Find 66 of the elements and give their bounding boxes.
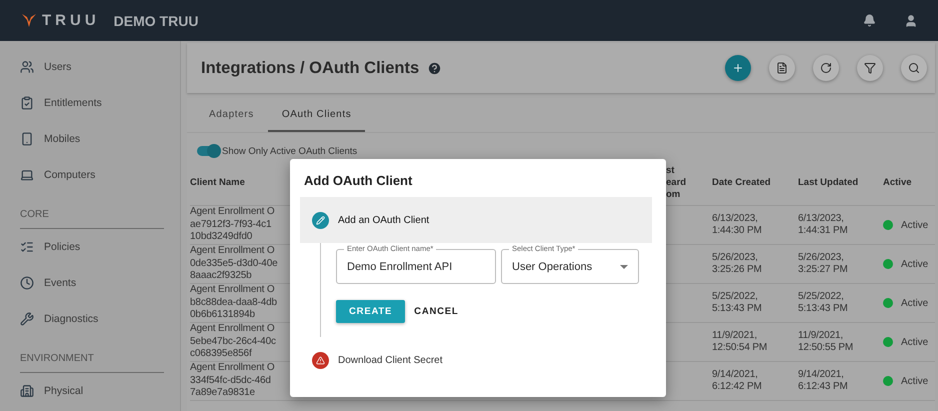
table-cell: 5/26/2023, 3:25:26 PM	[712, 245, 798, 284]
table-cell: 5/25/2022, 5:13:43 PM	[712, 284, 798, 323]
add-button[interactable]	[725, 55, 751, 81]
refresh-icon	[820, 62, 832, 74]
status-text: Active	[901, 258, 928, 270]
sidebar-item[interactable]: Events	[44, 277, 76, 289]
table-cell: 11/9/2021, 12:50:55 PM	[798, 323, 883, 362]
table-cell: 9/14/2021, 6:12:42 PM	[712, 362, 798, 401]
dialog-title: Add OAuth Client	[303, 172, 414, 190]
list-check-icon	[20, 240, 34, 254]
table-cell: 9/14/2021, 6:12:43 PM	[798, 362, 883, 401]
search-button[interactable]	[901, 55, 927, 81]
toggle-switch[interactable]	[197, 146, 219, 156]
step-label: Add an OAuth Client	[338, 214, 430, 226]
bell-icon[interactable]	[863, 14, 876, 27]
section-heading: CORE	[20, 193, 164, 229]
create-button[interactable]: CREATE	[336, 300, 406, 323]
laptop-icon	[20, 168, 34, 182]
sidebar-item[interactable]: Physical	[44, 385, 84, 397]
filter-button[interactable]	[857, 55, 883, 81]
caret-icon	[620, 264, 628, 268]
warning-icon	[312, 352, 329, 368]
refresh-button[interactable]	[813, 55, 839, 81]
sidebar-item[interactable]: Diagnostics	[44, 313, 98, 325]
logo-icon	[22, 14, 36, 27]
column-header: Date Created	[712, 161, 798, 206]
tab[interactable]: OAuth Clients	[268, 98, 366, 132]
step-label: Download Client Secret	[338, 354, 442, 366]
sidebar-item[interactable]: Policies	[44, 241, 80, 253]
clock-icon	[20, 276, 34, 290]
table-cell: 6/13/2023, 1:44:31 PM	[798, 206, 883, 245]
status-text: Active	[901, 376, 928, 386]
user-icon[interactable]	[904, 14, 918, 28]
building-icon	[20, 384, 34, 398]
add-icon	[732, 62, 744, 74]
users-icon	[20, 60, 34, 74]
column-header: Active	[883, 161, 935, 206]
cancel-button[interactable]: CANCEL	[411, 300, 462, 323]
phone-icon	[20, 132, 34, 146]
document-icon	[776, 62, 788, 74]
table-cell: 6/13/2023, 1:44:30 PM	[712, 206, 798, 245]
section-heading: ENVIRONMENT	[20, 337, 164, 373]
table-cell: 11/9/2021, 12:50:54 PM	[712, 323, 798, 362]
logo-text: TRUU	[42, 12, 100, 29]
wrench-icon	[20, 312, 34, 326]
table-cell: 5/26/2023, 3:25:27 PM	[798, 245, 883, 284]
step-header[interactable]: Add an OAuth Client	[300, 197, 652, 243]
column-header: Last Updated	[798, 161, 883, 206]
pencil-icon	[312, 212, 329, 228]
document-button[interactable]	[769, 55, 795, 81]
help-icon[interactable]	[427, 60, 442, 76]
status-text: Active	[901, 298, 928, 308]
filter-icon	[864, 62, 876, 74]
tab[interactable]: Adapters	[195, 98, 268, 132]
sidebar-item[interactable]: Mobiles	[44, 133, 80, 145]
sidebar-item[interactable]: Users	[44, 61, 72, 73]
clipboard-check-icon	[20, 96, 34, 110]
tenant-name: DEMO TRUU	[114, 12, 198, 28]
sidebar-item[interactable]: Entitlements	[44, 97, 102, 109]
sidebar-item[interactable]: Computers	[44, 169, 96, 181]
toggle-label: Show Only Active OAuth Clients	[222, 146, 358, 156]
search-icon	[908, 62, 920, 74]
status-text: Active	[901, 220, 928, 230]
table-cell: 5/25/2022, 5:13:43 PM	[798, 284, 883, 323]
page-title: Integrations / OAuth Clients	[201, 58, 420, 78]
status-text: Active	[901, 336, 928, 348]
